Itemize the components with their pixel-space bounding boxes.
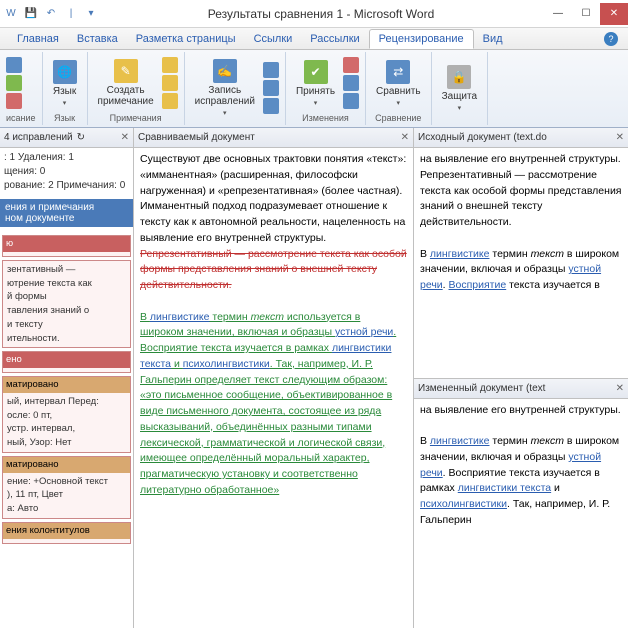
tab-mailings[interactable]: Рассылки bbox=[301, 30, 368, 48]
ribbon: исание 🌐 Язык ▾ Язык ✎ Создать примечани… bbox=[0, 50, 628, 128]
original-pane-title: Исходный документ (text.do bbox=[418, 132, 547, 143]
chevron-down-icon: ▾ bbox=[63, 99, 67, 107]
tab-review[interactable]: Рецензирование bbox=[369, 29, 474, 49]
group-compare-label: Сравнение bbox=[372, 112, 425, 123]
proofing-icon[interactable] bbox=[6, 57, 22, 73]
chevron-down-icon: ▾ bbox=[314, 99, 318, 107]
revised-document-pane: Измененный документ (text ✕ на выявление… bbox=[414, 378, 628, 628]
save-icon[interactable]: 💾 bbox=[24, 7, 38, 21]
lock-icon: 🔒 bbox=[447, 65, 471, 89]
comment-small3[interactable] bbox=[162, 93, 178, 109]
prev-change-icon[interactable] bbox=[343, 75, 359, 91]
revision-panel-title: ения и примечания ном документе bbox=[0, 199, 133, 227]
chevron-down-icon: ▾ bbox=[397, 99, 401, 107]
change-item[interactable]: ю bbox=[2, 235, 131, 257]
qat-dropdown[interactable]: ▾ bbox=[84, 7, 98, 21]
comment-icon: ✎ bbox=[114, 59, 138, 83]
compared-pane-header: Сравниваемый документ ✕ bbox=[134, 128, 413, 148]
protect-button[interactable]: 🔒 Защита ▾ bbox=[438, 63, 481, 114]
deleted-text: Репрезентативный — рассмотрение текста к… bbox=[140, 248, 407, 292]
change-item[interactable]: матированоение: +Основной текст ), 11 пт… bbox=[2, 456, 131, 519]
inserted-text: В лингвистике термин текст используется … bbox=[140, 311, 396, 496]
new-comment-button[interactable]: ✎ Создать примечание bbox=[94, 57, 158, 109]
window-title: Результаты сравнения 1 - Microsoft Word bbox=[98, 7, 544, 21]
titlebar: W 💾 ↶ | ▾ Результаты сравнения 1 - Micro… bbox=[0, 0, 628, 28]
link-text-linguistics[interactable]: лингвистики текста bbox=[458, 482, 551, 494]
original-pane-header: Исходный документ (text.do ✕ bbox=[414, 128, 628, 148]
qat-sep: | bbox=[64, 7, 78, 21]
reject-icon[interactable] bbox=[343, 57, 359, 73]
track-changes-button[interactable]: ✍ Запись исправлений ▾ bbox=[191, 57, 259, 119]
compared-document-body[interactable]: Существуют две основных трактовки поняти… bbox=[134, 148, 413, 628]
revised-pane-title: Измененный документ (text bbox=[418, 383, 545, 394]
maximize-button[interactable]: ☐ bbox=[572, 3, 600, 25]
group-tracking-label bbox=[191, 122, 279, 123]
revisions-pane-header: 4 исправлений ↻ ✕ bbox=[0, 128, 133, 148]
tab-view[interactable]: Вид bbox=[474, 30, 512, 48]
refresh-icon[interactable]: ↻ bbox=[77, 132, 85, 143]
word-icon: W bbox=[4, 7, 18, 21]
link-linguistics[interactable]: лингвистике bbox=[150, 311, 210, 323]
link-linguistics[interactable]: лингвистике bbox=[430, 435, 490, 447]
chevron-down-icon: ▾ bbox=[223, 109, 227, 117]
compared-document-pane: Сравниваемый документ ✕ Существуют две о… bbox=[134, 128, 414, 628]
check-icon: ✔ bbox=[304, 60, 328, 84]
tab-home[interactable]: Главная bbox=[8, 30, 68, 48]
next-change-icon[interactable] bbox=[343, 93, 359, 109]
compare-icon: ⇄ bbox=[386, 60, 410, 84]
comment-small1[interactable] bbox=[162, 57, 178, 73]
link-oral-speech[interactable]: устной речи bbox=[335, 326, 393, 338]
close-icon[interactable]: ✕ bbox=[616, 132, 624, 143]
tab-insert[interactable]: Вставка bbox=[68, 30, 127, 48]
revision-stats: : 1 Удаления: 1 щения: 0 рование: 2 Прим… bbox=[0, 148, 133, 196]
compared-pane-title: Сравниваемый документ bbox=[138, 132, 255, 143]
group-proofing-label: исание bbox=[6, 112, 36, 123]
link-perception[interactable]: Восприятие bbox=[449, 279, 507, 291]
track-icon: ✍ bbox=[213, 59, 237, 83]
link-psycholinguistics[interactable]: психолингвистики bbox=[183, 358, 270, 370]
close-icon[interactable]: ✕ bbox=[401, 132, 409, 143]
close-icon[interactable]: ✕ bbox=[121, 132, 129, 143]
change-item[interactable]: зентативный — ютрение текста как й формы… bbox=[2, 260, 131, 349]
close-icon[interactable]: ✕ bbox=[616, 383, 624, 394]
source-panes: Исходный документ (text.do ✕ на выявлени… bbox=[414, 128, 628, 628]
tab-layout[interactable]: Разметка страницы bbox=[127, 30, 245, 48]
minimize-button[interactable]: — bbox=[544, 3, 572, 25]
group-changes-label: Изменения bbox=[292, 112, 359, 123]
close-button[interactable]: ✕ bbox=[600, 3, 628, 25]
tab-references[interactable]: Ссылки bbox=[245, 30, 302, 48]
globe-icon: 🌐 bbox=[53, 60, 77, 84]
proofing-icon3[interactable] bbox=[6, 93, 22, 109]
change-item[interactable]: ено bbox=[2, 351, 131, 373]
track-small3[interactable] bbox=[263, 98, 279, 114]
group-comments-label: Примечания bbox=[94, 112, 178, 123]
revised-document-body[interactable]: на выявление его внутренней структуры. В… bbox=[414, 399, 628, 628]
link-psycholinguistics[interactable]: психолингвистики bbox=[420, 498, 507, 510]
track-small2[interactable] bbox=[263, 80, 279, 96]
change-item[interactable]: матированоый, интервал Перед: осле: 0 пт… bbox=[2, 376, 131, 453]
undo-icon[interactable]: ↶ bbox=[44, 7, 58, 21]
language-button[interactable]: 🌐 Язык ▾ bbox=[49, 58, 81, 109]
original-document-body[interactable]: на выявление его внутренней структуры. Р… bbox=[414, 148, 628, 378]
accept-button[interactable]: ✔ Принять ▾ bbox=[292, 58, 339, 109]
compare-button[interactable]: ⇄ Сравнить ▾ bbox=[372, 58, 425, 109]
group-language-label: Язык bbox=[49, 112, 81, 123]
revisions-count: 4 исправлений bbox=[4, 132, 73, 143]
proofing-icon2[interactable] bbox=[6, 75, 22, 91]
revised-pane-header: Измененный документ (text ✕ bbox=[414, 379, 628, 399]
ribbon-tabs: Главная Вставка Разметка страницы Ссылки… bbox=[0, 28, 628, 50]
content-area: 4 исправлений ↻ ✕ : 1 Удаления: 1 щения:… bbox=[0, 128, 628, 628]
comment-small2[interactable] bbox=[162, 75, 178, 91]
chevron-down-icon: ▾ bbox=[458, 104, 462, 112]
help-icon[interactable]: ? bbox=[604, 32, 618, 46]
change-item[interactable]: ения колонтитулов bbox=[2, 522, 131, 544]
track-small1[interactable] bbox=[263, 62, 279, 78]
link-linguistics[interactable]: лингвистике bbox=[430, 248, 490, 260]
original-document-pane: Исходный документ (text.do ✕ на выявлени… bbox=[414, 128, 628, 378]
revisions-pane: 4 исправлений ↻ ✕ : 1 Удаления: 1 щения:… bbox=[0, 128, 134, 628]
